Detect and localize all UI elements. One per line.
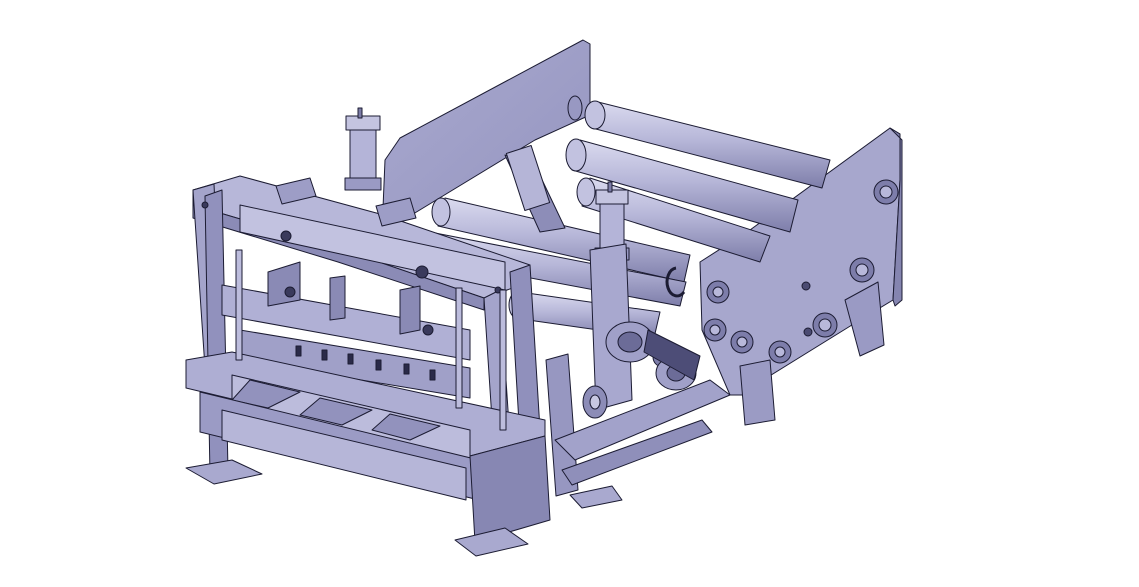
cad-render-canvas <box>0 0 1139 587</box>
machine-assembly-drawing <box>185 39 903 557</box>
right-foot <box>454 527 529 557</box>
handwheel <box>582 385 608 419</box>
arm-cylinder <box>505 144 551 212</box>
left-foot <box>185 459 263 485</box>
right-plate-hook <box>739 359 776 426</box>
rear-side-plate <box>381 39 591 233</box>
pneumatic-cylinder-left <box>344 107 382 191</box>
